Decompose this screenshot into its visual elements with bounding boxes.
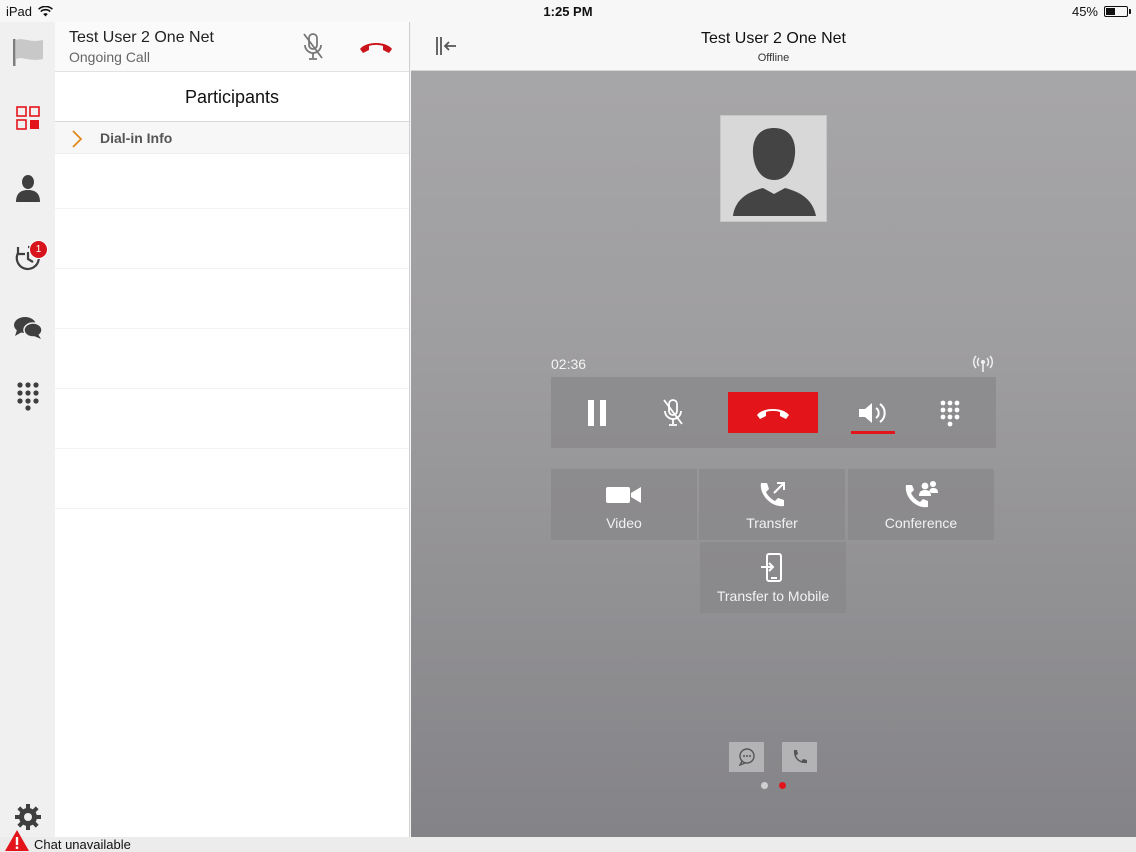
call-page-button[interactable] [782,742,817,772]
rail-item-flag[interactable] [0,30,55,74]
conference-button[interactable]: Conference [848,469,994,540]
transfer-button[interactable]: Transfer [699,469,845,540]
rail-item-chat[interactable] [0,306,55,350]
dial-in-info-label: Dial-in Info [100,130,173,146]
rail-item-dashboard[interactable] [0,96,55,140]
call-topbar: Test User 2 One Net Offline [411,22,1136,71]
battery-icon [1104,6,1131,17]
keypad-button[interactable] [928,377,972,448]
call-timer: 02:36 [551,356,587,372]
transfer-to-mobile-label: Transfer to Mobile [716,588,830,604]
history-badge: 1 [29,240,48,259]
video-camera-icon [606,487,641,503]
contact-icon [15,175,40,202]
page-indicator-dot[interactable] [761,782,768,789]
dialpad-icon [940,400,960,426]
avatar [720,115,827,222]
person-silhouette-icon [733,128,816,216]
list-divider [55,268,409,269]
dialpad-icon [16,382,39,411]
video-label: Video [606,515,642,531]
rail-item-contacts[interactable] [0,166,55,210]
chat-icon [13,317,43,339]
mic-off-icon [303,33,323,60]
battery-percent: 45% [1071,4,1098,19]
hangup-icon [757,408,789,419]
speaker-button[interactable] [851,377,895,448]
list-divider [55,208,409,209]
dial-in-info-row[interactable]: Dial-in Info [55,122,409,154]
flag-icon [12,39,43,66]
hold-button[interactable] [575,377,619,448]
page-indicator-dot-active[interactable] [779,782,786,789]
status-bar: iPad 1:25 PM 45% [0,0,1136,22]
participants-panel: Test User 2 One Net Ongoing Call Partici… [55,22,410,837]
hangup-icon [360,43,392,53]
bottom-status-bar: Chat unavailable [0,830,1136,852]
header-hangup-button[interactable] [356,36,396,58]
call-status: Ongoing Call [69,49,150,65]
ongoing-call-header[interactable]: Test User 2 One Net Ongoing Call [55,22,409,72]
conference-label: Conference [884,515,958,531]
mobile-transfer-icon [761,553,782,582]
chevron-right-icon [72,130,83,148]
call-screen: Test User 2 One Net Offline 02:36 Video … [411,22,1136,837]
list-divider [55,508,409,509]
call-controls [551,377,996,448]
list-divider [55,448,409,449]
transfer-call-icon [760,482,785,507]
mute-button[interactable] [651,377,695,448]
presence-status: Offline [757,52,790,64]
video-button[interactable]: Video [551,469,697,540]
dashboard-icon [15,106,40,130]
phone-icon [793,750,807,764]
speaker-active-indicator [851,431,895,434]
call-contact-name: Test User 2 One Net [69,29,214,46]
chat-status-message: Chat unavailable [34,837,131,852]
gear-icon [15,804,41,830]
transfer-to-mobile-button[interactable]: Transfer to Mobile [700,542,846,613]
list-divider [55,328,409,329]
conference-icon [905,481,938,508]
signal-icon [971,354,995,374]
rail-item-dialpad[interactable] [0,374,55,418]
header-mute-button[interactable] [301,32,325,62]
chat-page-button[interactable] [729,742,764,772]
clock: 1:25 PM [543,4,593,19]
end-call-button[interactable] [728,392,818,433]
contact-title: Test User 2 One Net [701,30,846,47]
mic-off-icon [663,398,683,426]
rail-item-history[interactable]: 1 [0,236,55,280]
warning-icon [5,830,29,851]
participants-title: Participants [55,72,409,122]
transfer-label: Transfer [746,515,798,531]
chat-bubble-icon [738,748,755,766]
list-divider [55,388,409,389]
left-rail: 1 [0,22,55,837]
speaker-icon [859,402,886,423]
pause-icon [588,399,606,426]
